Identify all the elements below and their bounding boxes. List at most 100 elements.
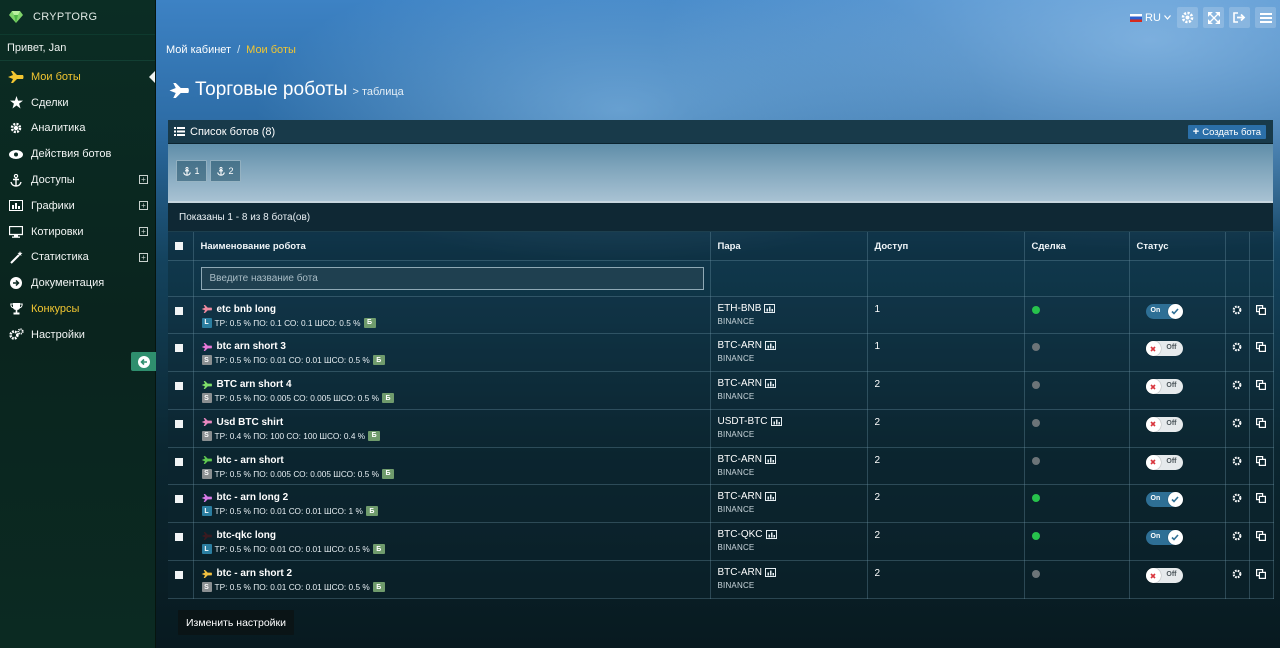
table-row[interactable]: btc - arn long 2 L TP: 0.5 % ПО: 0.01 СО…	[168, 484, 1274, 524]
create-bot-button[interactable]: + Создать бота	[1187, 125, 1266, 139]
status-toggle[interactable]: On	[1145, 530, 1183, 546]
col-status-header[interactable]: Статус	[1129, 232, 1226, 261]
status-toggle[interactable]: On	[1145, 303, 1183, 319]
row-checkbox[interactable]	[175, 495, 183, 504]
sidebar-item-settings[interactable]: Настройки	[0, 322, 155, 348]
gear-icon[interactable]	[1232, 418, 1242, 428]
status-toggle[interactable]: Off	[1145, 568, 1183, 584]
gear-icon[interactable]	[1232, 569, 1242, 579]
chart-icon[interactable]	[764, 379, 776, 389]
table-row[interactable]: etc bnb long L TP: 0.5 % ПО: 0.1 СО: 0.1…	[168, 296, 1274, 335]
bot-name[interactable]: btc arn short 3	[217, 341, 286, 352]
table-header-row: Наименование робота Пара Доступ Сделка С…	[168, 232, 1274, 261]
side-badge: S	[201, 582, 212, 593]
copy-icon[interactable]	[1256, 531, 1266, 542]
table-row[interactable]: BTC arn short 4 S TP: 0.5 % ПО: 0.005 СО…	[168, 371, 1274, 410]
fullscreen-button[interactable]	[1203, 7, 1224, 28]
side-badge: L	[201, 506, 212, 517]
bot-name[interactable]: btc - arn long 2	[217, 492, 289, 503]
expand-icon[interactable]: +	[139, 252, 148, 262]
status-toggle[interactable]: On	[1145, 492, 1183, 508]
sidebar-item-charts[interactable]: Графики +	[0, 193, 155, 219]
access-value: 1	[874, 341, 881, 353]
sidebar-item-statistics[interactable]: Статистика +	[0, 245, 155, 271]
chart-icon[interactable]	[764, 568, 776, 578]
status-toggle[interactable]: Off	[1145, 454, 1183, 470]
gear-icon[interactable]	[1232, 305, 1242, 315]
plane-icon	[169, 82, 189, 98]
group-button-1[interactable]: 1	[176, 160, 207, 182]
pair-name: BTC-ARN	[717, 567, 762, 579]
table-row[interactable]: btc - arn short S TP: 0.5 % ПО: 0.005 СО…	[168, 447, 1274, 486]
sidebar-item-analytics[interactable]: Аналитика	[0, 116, 155, 142]
gear-icon[interactable]	[1232, 380, 1242, 390]
table-row[interactable]: Usd BTC shirt S TP: 0.4 % ПО: 100 СО: 10…	[168, 409, 1274, 448]
sidebar-item-contests[interactable]: Конкурсы	[0, 296, 155, 322]
table-row[interactable]: btc arn short 3 S TP: 0.5 % ПО: 0.01 СО:…	[168, 333, 1274, 373]
copy-icon[interactable]	[1256, 380, 1266, 391]
copy-icon[interactable]	[1256, 493, 1266, 504]
sign-out-icon	[1233, 12, 1246, 23]
status-toggle[interactable]: Off	[1145, 416, 1183, 432]
sidebar-collapse-button[interactable]	[131, 352, 156, 371]
sidebar-item-bot-actions[interactable]: Действия ботов	[0, 141, 155, 167]
row-checkbox[interactable]	[175, 344, 183, 353]
brand[interactable]: CRYPTORG	[0, 0, 155, 35]
copy-icon[interactable]	[1256, 569, 1266, 580]
gear-icon[interactable]	[1232, 531, 1242, 541]
chart-icon[interactable]	[764, 303, 776, 313]
gear-icon[interactable]	[1232, 342, 1242, 352]
bot-name[interactable]: etc bnb long	[217, 304, 276, 315]
expand-icon[interactable]: +	[139, 175, 148, 185]
bot-name[interactable]: btc-qkc long	[217, 530, 276, 541]
gear-icon[interactable]	[1232, 456, 1242, 466]
change-settings-button[interactable]: Изменить настройки	[178, 610, 294, 635]
chart-icon[interactable]	[764, 492, 776, 502]
copy-icon[interactable]	[1256, 417, 1266, 428]
menu-button[interactable]	[1255, 7, 1276, 28]
sidebar-item-my-bots[interactable]: Мои боты	[0, 64, 155, 90]
expand-icon[interactable]: +	[139, 200, 148, 210]
row-checkbox[interactable]	[175, 382, 183, 391]
bot-name[interactable]: BTC arn short 4	[217, 379, 292, 390]
breadcrumb-home[interactable]: Мой кабинет	[166, 44, 231, 56]
sidebar-item-access[interactable]: Доступы +	[0, 167, 155, 193]
status-toggle[interactable]: Off	[1145, 379, 1183, 395]
expand-icon[interactable]: +	[139, 226, 148, 236]
status-toggle[interactable]: Off	[1145, 341, 1183, 357]
col-pair-header[interactable]: Пара	[710, 232, 868, 261]
sidebar-item-deals[interactable]: Сделки	[0, 90, 155, 116]
language-selector[interactable]: RU	[1130, 8, 1171, 27]
bot-name[interactable]: Usd BTC shirt	[217, 417, 284, 428]
chart-icon[interactable]	[770, 416, 782, 426]
table-row[interactable]: btc - arn short 2 S TP: 0.5 % ПО: 0.01 С…	[168, 560, 1274, 599]
sidebar-item-quotes[interactable]: Котировки +	[0, 219, 155, 245]
bot-params: TP: 0.5 % ПО: 0.01 СО: 0.01 ШСО: 0.5 %	[214, 355, 370, 366]
row-checkbox[interactable]	[175, 306, 183, 315]
col-deal-header[interactable]: Сделка	[1024, 232, 1130, 261]
bot-name[interactable]: btc - arn short 2	[217, 568, 293, 579]
copy-icon[interactable]	[1256, 304, 1266, 315]
bot-name[interactable]: btc - arn short	[217, 455, 284, 466]
col-access-header[interactable]: Доступ	[867, 232, 1025, 261]
gear-icon[interactable]	[1232, 493, 1242, 503]
theme-button[interactable]	[1177, 7, 1198, 28]
logout-button[interactable]	[1229, 7, 1250, 28]
chart-icon[interactable]	[764, 454, 776, 464]
row-checkbox[interactable]	[175, 457, 183, 466]
copy-icon[interactable]	[1256, 455, 1266, 466]
row-checkbox[interactable]	[175, 419, 183, 428]
sidebar-item-docs[interactable]: Документация	[0, 270, 155, 296]
chart-icon[interactable]	[765, 530, 777, 540]
group-button-2[interactable]: 2	[210, 160, 241, 182]
copy-icon[interactable]	[1256, 342, 1266, 353]
chart-icon[interactable]	[764, 341, 776, 351]
exchange-badge: Б	[372, 582, 385, 593]
select-all-checkbox[interactable]	[175, 242, 183, 250]
table-row[interactable]: btc-qkc long L TP: 0.5 % ПО: 0.01 СО: 0.…	[168, 522, 1274, 562]
exchange-badge: Б	[372, 544, 385, 555]
row-checkbox[interactable]	[175, 571, 183, 580]
col-name-header[interactable]: Наименование робота	[193, 232, 711, 261]
row-checkbox[interactable]	[175, 533, 183, 542]
bot-name-search-input[interactable]	[200, 266, 704, 290]
